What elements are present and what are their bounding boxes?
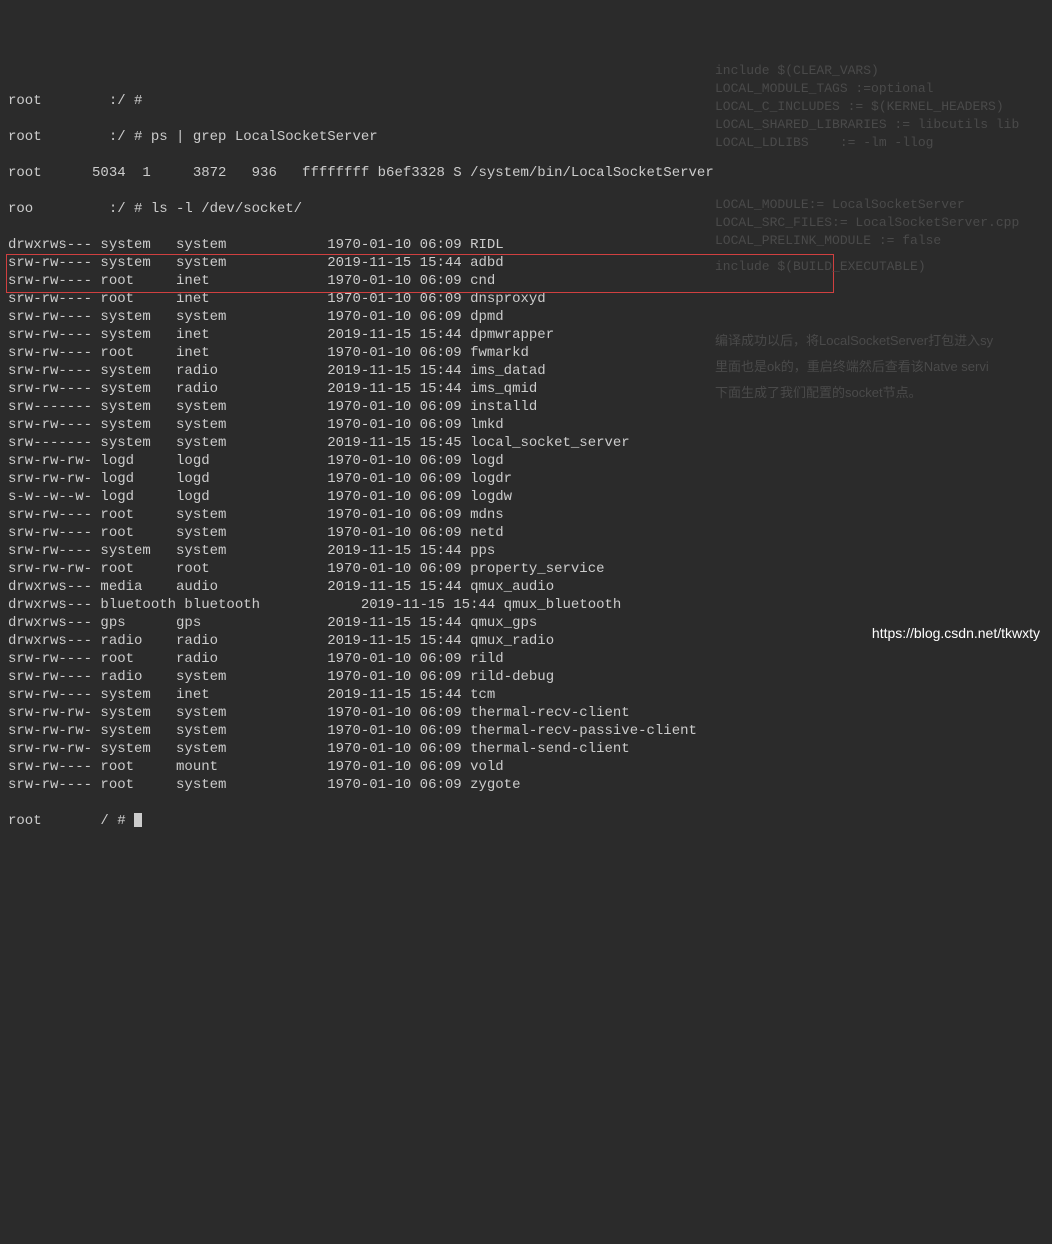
file-entry: srw-rw-rw- logd logd 1970-01-10 06:09 lo… [8, 470, 1044, 488]
file-entry: drwxrws--- media audio 2019-11-15 15:44 … [8, 578, 1044, 596]
ps-output: root 5034 1 3872 936 ffffffff b6ef3328 S… [8, 164, 1044, 182]
file-entry: s-w--w--w- logd logd 1970-01-10 06:09 lo… [8, 488, 1044, 506]
ghost-text: 下面生成了我们配置的socket节点。 [715, 384, 922, 402]
file-entry: srw------- system system 2019-11-15 15:4… [8, 434, 1044, 452]
file-entry: srw-rw---- root radio 1970-01-10 06:09 r… [8, 650, 1044, 668]
ghost-text: LOCAL_MODULE:= LocalSocketServer [715, 196, 965, 214]
ghost-text: 里面也是ok的，重启终端然后查看该Natve servi [715, 358, 989, 376]
file-entry: srw-rw---- root inet 1970-01-10 06:09 dn… [8, 290, 1044, 308]
ghost-text: LOCAL_LDLIBS := -lm -llog [715, 134, 933, 152]
file-entry: srw-rw---- root system 1970-01-10 06:09 … [8, 506, 1044, 524]
prompt-line-end[interactable]: root / # [8, 812, 1044, 830]
file-entry: drwxrws--- bluetooth bluetooth 2019-11-1… [8, 596, 1044, 614]
watermark-text: https://blog.csdn.net/tkwxty [872, 624, 1040, 642]
file-entry: srw-rw---- root system 1970-01-10 06:09 … [8, 524, 1044, 542]
file-entry: srw-rw---- root system 1970-01-10 06:09 … [8, 776, 1044, 794]
file-entry: srw-rw---- system inet 2019-11-15 15:44 … [8, 686, 1044, 704]
cursor-icon [134, 813, 142, 827]
file-entry: srw-rw---- root mount 1970-01-10 06:09 v… [8, 758, 1044, 776]
ghost-text: LOCAL_MODULE_TAGS :=optional [715, 80, 933, 98]
file-entry: srw-rw---- radio system 1970-01-10 06:09… [8, 668, 1044, 686]
file-entry: srw-rw-rw- system system 1970-01-10 06:0… [8, 704, 1044, 722]
ls-output-list: drwxrws--- system system 1970-01-10 06:0… [8, 236, 1044, 794]
file-entry: srw-rw-rw- system system 1970-01-10 06:0… [8, 740, 1044, 758]
terminal-output: root :/ # root :/ # ps | grep LocalSocke… [8, 74, 1044, 848]
file-entry: srw-rw---- system system 1970-01-10 06:0… [8, 416, 1044, 434]
ghost-text: LOCAL_PRELINK_MODULE := false [715, 232, 941, 250]
ghost-text: LOCAL_SRC_FILES:= LocalSocketServer.cpp [715, 214, 1019, 232]
ghost-text: LOCAL_C_INCLUDES := $(KERNEL_HEADERS) [715, 98, 1004, 116]
ghost-text: LOCAL_SHARED_LIBRARIES := libcutils lib [715, 116, 1019, 134]
file-entry: srw-rw-rw- system system 1970-01-10 06:0… [8, 722, 1044, 740]
ghost-text: 编译成功以后，将LocalSocketServer打包进入sy [715, 332, 993, 350]
file-entry: srw-rw---- system system 2019-11-15 15:4… [8, 542, 1044, 560]
file-entry: srw-rw-rw- root root 1970-01-10 06:09 pr… [8, 560, 1044, 578]
file-entry: srw-rw---- system system 1970-01-10 06:0… [8, 308, 1044, 326]
ghost-text: include $(BUILD_EXECUTABLE) [715, 258, 926, 276]
file-entry: srw-rw-rw- logd logd 1970-01-10 06:09 lo… [8, 452, 1044, 470]
ghost-text: include $(CLEAR_VARS) [715, 62, 879, 80]
